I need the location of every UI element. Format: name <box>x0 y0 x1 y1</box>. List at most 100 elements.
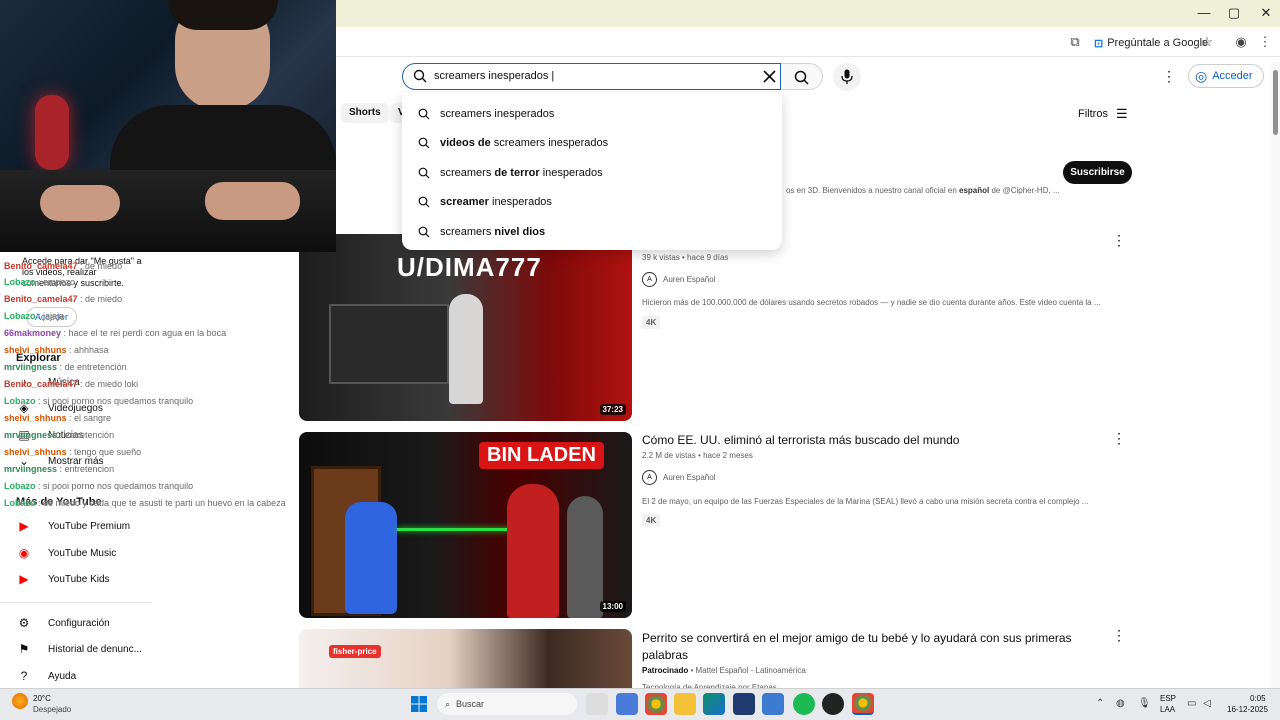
video-menu-icon[interactable]: ⋮ <box>1112 232 1126 249</box>
chat-username: Benito_camela47 <box>4 379 78 389</box>
sidebar-item-report-history[interactable]: ⚑ Historial de denunc... <box>16 639 142 659</box>
chat-text: : entretencion <box>57 464 115 474</box>
chat-username: mrviingness <box>4 430 58 440</box>
profile-icon[interactable]: ◉ <box>1232 33 1250 51</box>
chat-username: 66makmoney <box>4 328 62 338</box>
channel-name: Auren Español <box>663 275 716 284</box>
search-icon <box>418 137 430 149</box>
chat-username: shelvi_shhuns <box>4 447 67 457</box>
video-menu-icon[interactable]: ⋮ <box>1112 627 1126 644</box>
youtube-music-icon: ◉ <box>18 546 30 560</box>
search-button[interactable] <box>781 63 823 90</box>
chrome-active-icon[interactable] <box>852 693 874 715</box>
video-thumbnail[interactable]: fisher-price <box>299 629 632 688</box>
page-scrollbar[interactable] <box>1271 62 1280 688</box>
chat-message: Benito_camela47 : de miedo <box>4 261 122 271</box>
ask-google-label: Pregúntale a Google <box>1107 37 1209 49</box>
channel-link[interactable]: A Auren Español <box>642 470 715 485</box>
weather-sun-icon[interactable] <box>12 693 28 709</box>
chat-text: : ahhhasa <box>66 345 109 355</box>
youtube-premium-icon: ▶ <box>19 519 29 533</box>
bookmark-star-icon[interactable]: ☆ <box>1198 33 1216 51</box>
chat-username: mrviingness <box>4 362 58 372</box>
search-icon: ⌕ <box>445 698 451 709</box>
video-thumbnail[interactable]: U/DIMA777 37:23 <box>299 234 632 421</box>
webcam-hand-right <box>205 182 300 220</box>
chrome-icon[interactable] <box>645 693 667 715</box>
video-menu-icon[interactable]: ⋮ <box>1112 430 1126 447</box>
video-title[interactable]: Cómo EE. UU. eliminó al terrorista más b… <box>642 432 1082 449</box>
search-suggestion[interactable]: screamers de terror inesperados <box>402 158 782 188</box>
chat-message: shelvi_shhuns : el sangre <box>4 413 111 423</box>
chip-shorts[interactable]: Shorts <box>341 103 389 123</box>
chat-text: : de miedo loki <box>77 379 139 389</box>
chat-text: : empezo <box>35 277 76 287</box>
thumbnail-text: U/DIMA777 <box>397 252 542 282</box>
channel-link[interactable]: A Auren Español <box>642 272 715 287</box>
search-button-icon <box>794 70 809 85</box>
task-view-icon[interactable] <box>586 693 608 715</box>
sidebar-item-kids[interactable]: ▶ YouTube Kids <box>16 569 109 589</box>
suggestion-text: screamers nivel dios <box>440 225 546 238</box>
browser-menu-icon[interactable]: ⋮ <box>1256 33 1274 51</box>
search-suggestion[interactable]: videos de screamers inesperados <box>402 129 782 159</box>
filters-button[interactable]: Filtros ☰ <box>1078 106 1128 122</box>
chat-text: : de miedo <box>77 294 123 304</box>
chat-text: : de miedo <box>77 261 123 271</box>
ask-google-button[interactable]: ⊡ Pregúntale a Google <box>1088 33 1214 53</box>
sidebar-item-help[interactable]: ? Ayuda <box>16 666 77 686</box>
suggestion-text: videos de screamers inesperados <box>440 137 609 150</box>
chat-message: 66makmoney : hace el te rei perdi con ag… <box>4 328 226 338</box>
video-duration: 37:23 <box>599 404 626 415</box>
volume-icon[interactable]: ◁ <box>1203 698 1211 709</box>
tray-chevron-icon[interactable]: ⌃ <box>1096 698 1104 709</box>
clock-time[interactable]: 0:05 <box>1250 694 1266 703</box>
sidebar-item-premium[interactable]: ▶ YouTube Premium <box>16 516 130 536</box>
mail-icon[interactable] <box>762 693 784 715</box>
channel-description: os en 3D. Bienvenidos a nuestro canal of… <box>786 186 1060 195</box>
channel-avatar: A <box>642 272 657 287</box>
chat-message: Lobazo : empezo <box>4 277 75 287</box>
minimize-button[interactable]: — <box>1194 4 1214 22</box>
spotify-icon[interactable] <box>793 693 815 715</box>
app-icon[interactable] <box>616 693 638 715</box>
video-description: Hicieron más de 100.000.000 de dólares u… <box>642 298 1101 307</box>
tray-app-icon[interactable]: ◍ <box>1116 698 1125 709</box>
search-icon <box>418 226 430 238</box>
windows-start-icon[interactable] <box>411 696 427 712</box>
sidebar-item-settings[interactable]: ⚙ Configuración <box>16 613 110 633</box>
close-window-button[interactable]: ✕ <box>1256 4 1276 22</box>
webcam-hand-left <box>40 185 120 221</box>
weather-temp[interactable]: 20°C <box>33 694 51 703</box>
chat-username: Lobazo <box>4 277 36 287</box>
store-icon[interactable] <box>733 693 755 715</box>
chat-text: : de miedo y cada que te asusti te parti… <box>35 498 286 508</box>
clear-search-icon[interactable] <box>763 70 776 83</box>
file-explorer-icon[interactable] <box>674 693 696 715</box>
subscribe-button[interactable]: Suscribirse <box>1063 161 1132 184</box>
install-app-icon[interactable]: ⧉ <box>1066 33 1084 51</box>
video-thumbnail[interactable]: BIN LADEN 13:00 <box>299 432 632 618</box>
maximize-button[interactable]: ▢ <box>1224 4 1244 22</box>
video-meta: 39 k vistas • hace 9 días <box>642 253 729 262</box>
search-icon <box>418 108 430 120</box>
taskbar-search[interactable]: ⌕ Buscar <box>437 693 577 715</box>
signin-button[interactable]: ◎ Acceder <box>1188 64 1264 88</box>
video-title[interactable]: Perrito se convertirá en el mejor amigo … <box>642 630 1082 664</box>
settings-kebab-icon[interactable]: ⋮ <box>1162 68 1176 85</box>
voice-search-button[interactable] <box>833 63 861 91</box>
language-indicator[interactable]: ESP <box>1160 694 1176 703</box>
sidebar-item-music-app[interactable]: ◉ YouTube Music <box>16 543 116 563</box>
search-suggestion[interactable]: screamer inesperados <box>402 188 782 218</box>
search-suggestion[interactable]: screamers inesperados <box>402 99 782 129</box>
network-icon[interactable]: ▭ <box>1187 698 1196 709</box>
gear-icon: ⚙ <box>18 616 30 630</box>
obs-icon[interactable] <box>822 693 844 715</box>
chat-message: mrviingness : entretención <box>4 430 114 440</box>
suggestion-text: screamers inesperados <box>440 107 555 120</box>
search-suggestion[interactable]: screamers nivel dios <box>402 217 782 247</box>
microphone-tray-icon[interactable]: 🎙 <box>1138 698 1151 709</box>
edge-icon[interactable] <box>703 693 725 715</box>
scrollbar-thumb[interactable] <box>1273 70 1278 135</box>
chat-message: Benito_camela47 : de miedo loki <box>4 379 138 389</box>
